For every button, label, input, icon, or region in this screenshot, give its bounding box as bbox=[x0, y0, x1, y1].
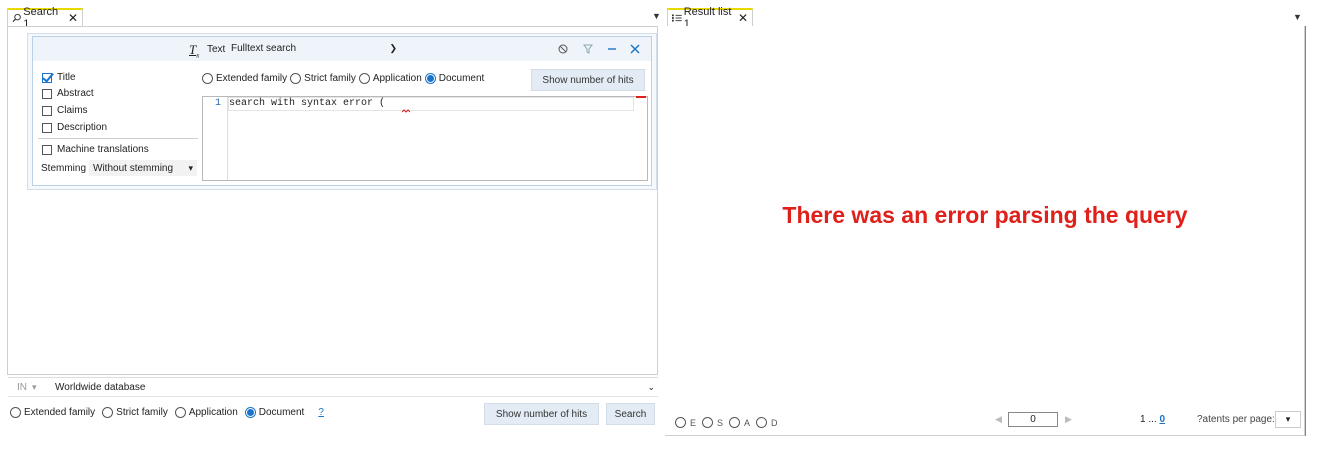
search-button[interactable]: Search bbox=[606, 403, 655, 425]
radio-label: S bbox=[717, 417, 724, 428]
field-label: Claims bbox=[57, 105, 88, 116]
stemming-select[interactable]: Without stemming ▾ bbox=[89, 160, 198, 176]
chevron-down-icon: ❯ bbox=[389, 42, 397, 53]
checkbox[interactable] bbox=[42, 144, 52, 155]
chevron-down-icon: ▾ bbox=[32, 382, 37, 392]
close-icon[interactable] bbox=[630, 44, 640, 54]
editor-gutter bbox=[203, 97, 228, 180]
query-family-options: Extended family Strict family Applicatio… bbox=[202, 73, 484, 84]
field-type-select[interactable]: Fulltext search ❯ bbox=[231, 40, 397, 56]
radio-strict-family[interactable] bbox=[102, 407, 114, 418]
syntax-error-squiggle-icon bbox=[402, 109, 410, 113]
page-value: 0 bbox=[1030, 414, 1036, 425]
radio-label: Extended family bbox=[216, 73, 288, 84]
clear-format-icon[interactable]: Tx bbox=[189, 42, 199, 60]
field-label: Description bbox=[57, 122, 108, 133]
machine-translations-checkbox[interactable]: Machine translations bbox=[42, 144, 149, 155]
stemming-row: Stemming Without stemming ▾ bbox=[41, 160, 198, 176]
radio-label: D bbox=[771, 417, 778, 428]
radio-extended-family[interactable] bbox=[10, 407, 21, 418]
field-checkbox-abstract[interactable]: Abstract bbox=[42, 88, 94, 99]
result-range: 1 ... 0 bbox=[1140, 414, 1165, 425]
radio-strict-family[interactable] bbox=[290, 73, 302, 84]
error-marker bbox=[636, 96, 646, 98]
field-checkbox-claims[interactable]: Claims bbox=[42, 105, 88, 116]
help-link[interactable]: ? bbox=[318, 407, 324, 418]
stemming-value: Without stemming bbox=[93, 162, 174, 174]
field-checkbox-description[interactable]: Description bbox=[42, 122, 107, 133]
radio-document[interactable] bbox=[424, 73, 436, 84]
patents-per-page-select[interactable]: ▾ bbox=[1275, 411, 1301, 428]
chevron-down-icon: ▾ bbox=[188, 162, 194, 173]
chevron-down-icon: ⌄ bbox=[647, 382, 655, 392]
radio-view-e[interactable] bbox=[675, 417, 686, 428]
checkbox[interactable] bbox=[42, 88, 52, 99]
stemming-label: Stemming bbox=[41, 162, 87, 174]
field-checkbox-title[interactable]: Title bbox=[42, 72, 76, 83]
field-label: Title bbox=[57, 72, 76, 83]
chevron-down-icon: ▾ bbox=[1285, 414, 1291, 424]
checkbox[interactable] bbox=[42, 122, 52, 133]
error-message: There was an error parsing the query bbox=[782, 202, 1188, 228]
field-label: Abstract bbox=[57, 88, 94, 99]
radio-label: Document bbox=[258, 407, 305, 418]
tab-menu-dropdown-icon[interactable]: ▼ bbox=[652, 11, 661, 21]
editor-query-text: search with syntax error ( bbox=[229, 98, 386, 109]
tab-menu-dropdown-icon[interactable]: ▼ bbox=[1293, 12, 1302, 22]
radio-label: Document bbox=[438, 73, 485, 84]
in-label: IN bbox=[17, 382, 27, 393]
radio-view-d[interactable] bbox=[756, 417, 768, 428]
next-page-icon[interactable]: ▶ bbox=[1065, 414, 1072, 425]
radio-label: Application bbox=[372, 73, 422, 84]
block-icon[interactable] bbox=[558, 44, 568, 54]
database-select[interactable]: Worldwide database ⌄ bbox=[53, 379, 657, 396]
in-operator-select[interactable]: IN ▾ bbox=[17, 382, 37, 393]
editor-line-number: 1 bbox=[215, 98, 222, 109]
radio-application[interactable] bbox=[174, 407, 186, 418]
radio-label: Strict family bbox=[304, 73, 356, 84]
radio-view-s[interactable] bbox=[702, 417, 714, 428]
result-pane bbox=[665, 26, 1305, 436]
radio-application[interactable] bbox=[358, 73, 370, 84]
show-number-of-hits-button[interactable]: Show number of hits bbox=[531, 69, 645, 91]
radio-label: Application bbox=[188, 407, 238, 418]
divider bbox=[38, 138, 198, 139]
radio-label: Extended family bbox=[24, 407, 96, 418]
checkbox[interactable] bbox=[42, 72, 52, 83]
tab-result-list-1[interactable]: Result list 1 ✕ bbox=[667, 6, 753, 30]
minimize-icon[interactable] bbox=[607, 44, 617, 54]
prev-page-icon[interactable]: ◀ bbox=[995, 414, 1002, 425]
show-number-of-hits-button[interactable]: Show number of hits bbox=[484, 403, 599, 425]
page-input[interactable]: 0 bbox=[1008, 412, 1058, 427]
radio-document[interactable] bbox=[244, 407, 256, 418]
radio-label: A bbox=[744, 417, 751, 428]
radio-label: Strict family bbox=[116, 407, 168, 418]
list-icon bbox=[672, 14, 682, 22]
machine-translations-label: Machine translations bbox=[57, 144, 149, 155]
close-tab-icon[interactable]: ✕ bbox=[68, 11, 78, 25]
radio-extended-family[interactable] bbox=[202, 73, 213, 84]
field-type-label: Text bbox=[207, 44, 226, 55]
range-total-link[interactable]: 0 bbox=[1159, 414, 1165, 425]
radio-view-a[interactable] bbox=[729, 417, 741, 428]
database-value: Worldwide database bbox=[55, 382, 146, 393]
range-prefix: 1 ... bbox=[1140, 414, 1160, 425]
view-options: E S A D bbox=[675, 417, 778, 428]
tab-search-1[interactable]: Search 1 ✕ bbox=[7, 6, 83, 30]
result-pane-edge bbox=[1305, 26, 1306, 436]
checkbox[interactable] bbox=[42, 105, 52, 116]
filter-icon[interactable] bbox=[583, 44, 593, 54]
field-type-value: Fulltext search bbox=[231, 42, 297, 54]
patents-per-page-label: ?atents per page: bbox=[1197, 414, 1275, 425]
radio-label: E bbox=[690, 417, 697, 428]
bottom-family-options: Extended family Strict family Applicatio… bbox=[10, 407, 324, 418]
close-tab-icon[interactable]: ✕ bbox=[738, 11, 748, 25]
search-icon bbox=[12, 13, 21, 23]
